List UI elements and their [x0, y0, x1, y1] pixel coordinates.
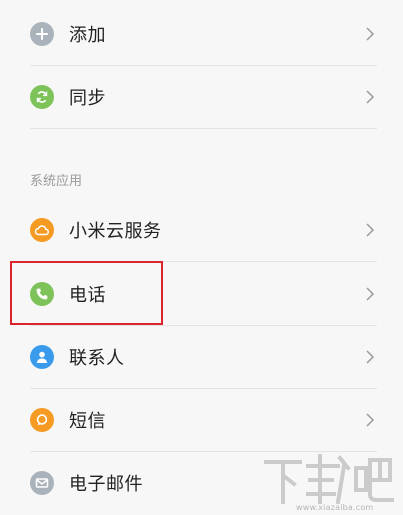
mail-icon	[30, 471, 54, 495]
divider	[30, 128, 377, 129]
chevron-right-icon	[366, 90, 375, 104]
section-header: 系统应用	[30, 174, 83, 189]
plus-icon	[30, 22, 54, 46]
chevron-right-icon	[366, 27, 375, 41]
highlight-box	[10, 261, 163, 325]
list-item-sync[interactable]: 同步	[0, 65, 403, 129]
chevron-right-icon	[366, 413, 375, 427]
person-icon	[30, 345, 54, 369]
list-item-contacts[interactable]: 联系人	[0, 325, 403, 389]
chevron-right-icon	[366, 350, 375, 364]
list-item-mi-cloud[interactable]: 小米云服务	[0, 198, 403, 262]
watermark-logo	[264, 454, 394, 505]
list-item-label: 添加	[69, 25, 106, 46]
list-item-label: 小米云服务	[69, 221, 162, 242]
list-item-add[interactable]: 添加	[0, 2, 403, 66]
chevron-right-icon	[366, 287, 375, 301]
message-icon	[30, 408, 54, 432]
list-item-label: 短信	[69, 411, 106, 432]
list-item-messages[interactable]: 短信	[0, 388, 403, 452]
list-item-label: 同步	[69, 88, 106, 109]
watermark-url: www.xiazaiba.com	[296, 503, 374, 512]
sync-icon	[30, 85, 54, 109]
list-item-label: 联系人	[69, 348, 125, 369]
cloud-icon	[30, 218, 54, 242]
list-item-label: 电子邮件	[69, 474, 143, 495]
chevron-right-icon	[366, 223, 375, 237]
